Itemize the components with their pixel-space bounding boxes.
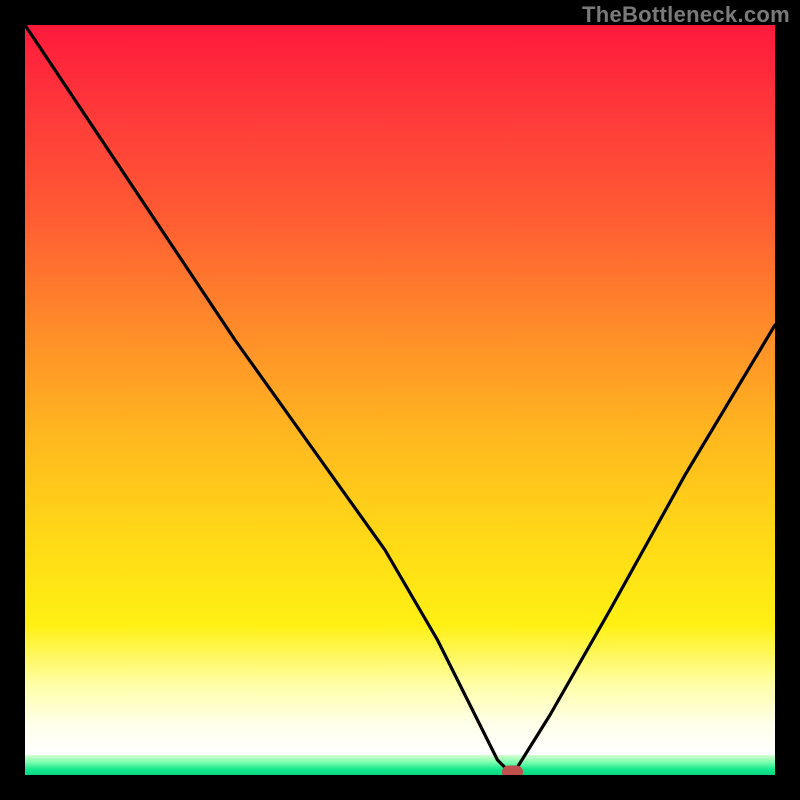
plot-area [25,25,775,775]
minimum-marker [503,766,523,775]
watermark-text: TheBottleneck.com [582,2,790,28]
bottleneck-curve [25,25,775,775]
chart-frame: TheBottleneck.com [0,0,800,800]
